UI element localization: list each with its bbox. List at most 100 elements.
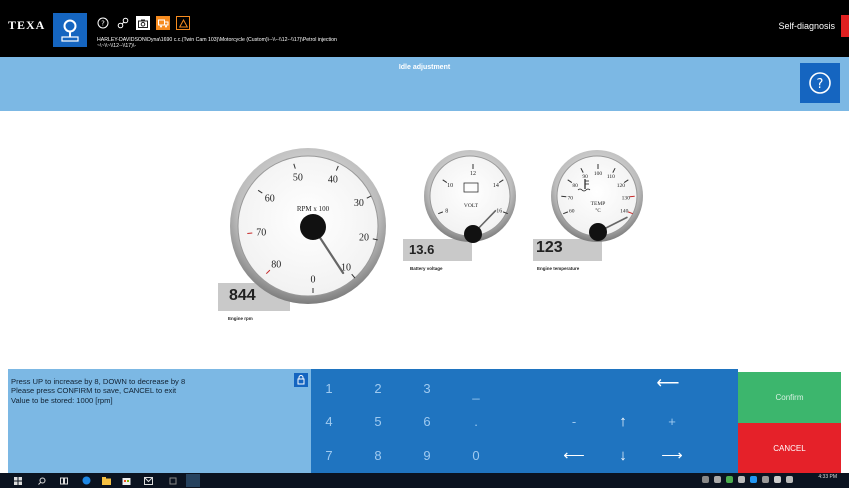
store-icon[interactable]: [121, 475, 132, 486]
key-minus[interactable]: -: [554, 407, 594, 435]
instruction-line-3: Value to be stored: 1000 [rpm]: [11, 395, 113, 405]
temp-tick-label: 110: [607, 174, 615, 180]
key-9[interactable]: 9: [407, 441, 447, 469]
rpm-label: Engine rpm: [228, 316, 253, 321]
key-5[interactable]: 5: [358, 407, 398, 435]
temp-tick-mark: [629, 195, 635, 198]
section-title: Self-diagnosis: [778, 21, 835, 31]
temp-label: Engine temperature: [537, 266, 580, 271]
windows-start-icon[interactable]: [12, 475, 23, 486]
voltage-label: Battery voltage: [410, 266, 443, 271]
rpm-value: 844: [229, 287, 256, 304]
rpm-tick-label: 40: [328, 175, 338, 186]
rpm-tick-label: 80: [271, 259, 281, 270]
key-2[interactable]: 2: [358, 374, 398, 402]
tray-icon-2[interactable]: [714, 476, 721, 483]
camera-icon[interactable]: [136, 16, 150, 30]
gauges-svg: 01020304050607080 RPM x 100 810121416 VO…: [218, 148, 643, 311]
tray-icon-6[interactable]: [762, 476, 769, 483]
taskbar-search-icon[interactable]: [36, 475, 47, 486]
title-band: Idle adjustment ?: [0, 57, 849, 111]
key-right[interactable]: ⟶: [652, 441, 692, 469]
rpm-unit-label: RPM x 100: [297, 205, 330, 213]
temp-tick-label: 80: [572, 183, 578, 189]
key-4[interactable]: 4: [309, 407, 349, 435]
key-8[interactable]: 8: [358, 441, 398, 469]
link-icon[interactable]: [116, 16, 130, 30]
help-button[interactable]: ?: [800, 63, 840, 103]
key-6[interactable]: 6: [407, 407, 447, 435]
texa-taskbar-icon[interactable]: [186, 474, 200, 487]
instruction-line-1: Press UP to increase by 8, DOWN to decre…: [11, 377, 186, 386]
close-tab[interactable]: [841, 15, 849, 37]
rpm-tick-label: 60: [265, 194, 275, 205]
keypad: 1 2 3 _ ⟵ 4 5 6 . - ↑ + 7 8 9 0 ⟵ ↓ ⟶: [311, 369, 738, 473]
taskbar-clock[interactable]: 4:33 PM: [818, 474, 837, 480]
temp-unit-sub: °C: [595, 209, 601, 214]
task-view-icon[interactable]: [58, 475, 69, 486]
mail-icon[interactable]: [143, 475, 154, 486]
temp-tick-label: 60: [569, 209, 575, 215]
key-0[interactable]: 0: [456, 441, 496, 469]
key-up[interactable]: ↑: [603, 407, 643, 435]
system-tray: [702, 476, 793, 483]
help-icon[interactable]: ?: [96, 16, 110, 30]
voltage-tick-label: 8: [445, 209, 448, 215]
temp-tick-label: 100: [594, 171, 603, 177]
temp-tick-label: 130: [622, 195, 631, 201]
tray-icon-4[interactable]: [738, 476, 745, 483]
warning-icon[interactable]: [176, 16, 190, 30]
key-dot[interactable]: .: [456, 407, 496, 435]
rpm-tick-mark: [247, 232, 253, 234]
temp-tick-label: 140: [620, 209, 629, 215]
temp-value: 123: [536, 239, 563, 256]
vehicle-path: HARLEY-DAVIDSON\Dyna\1690 c.c.(Twin Cam …: [97, 37, 397, 49]
rpm-tick-label: 0: [311, 275, 316, 286]
temp-tick-label: 70: [567, 195, 573, 201]
tray-icon-1[interactable]: [702, 476, 709, 483]
key-left[interactable]: ⟵: [554, 441, 594, 469]
voltage-tick-label: 14: [493, 183, 499, 189]
edge-icon[interactable]: [81, 475, 92, 486]
vehicle-path-line2: ~\~\\~\\12--\\17)\-: [97, 43, 137, 49]
volume-icon[interactable]: [786, 476, 793, 483]
network-icon[interactable]: [774, 476, 781, 483]
voltage-hub: [464, 225, 482, 243]
key-underscore[interactable]: _: [456, 378, 496, 406]
instructions: Press UP to increase by 8, DOWN to decre…: [11, 377, 185, 405]
info-panel: Press UP to increase by 8, DOWN to decre…: [8, 369, 311, 473]
key-plus[interactable]: +: [652, 407, 692, 435]
voltage-unit-label: VOLT: [464, 203, 479, 209]
app-icon[interactable]: [167, 475, 178, 486]
temp-tick-label: 120: [617, 183, 626, 189]
key-3[interactable]: 3: [407, 374, 447, 402]
rpm-hub: [300, 214, 326, 240]
lock-button[interactable]: [294, 373, 308, 387]
tray-icon-5[interactable]: [750, 476, 757, 483]
voltage-value: 13.6: [409, 242, 435, 257]
voltage-tick-label: 10: [447, 183, 453, 189]
file-explorer-icon[interactable]: [101, 475, 112, 486]
cancel-button[interactable]: CANCEL: [738, 423, 841, 473]
voltage-tick-label: 16: [496, 209, 502, 215]
tray-icon-3[interactable]: [726, 476, 733, 483]
key-1[interactable]: 1: [309, 374, 349, 402]
vehicle-search-button[interactable]: [53, 13, 87, 47]
svg-text:?: ?: [817, 77, 824, 92]
confirm-button[interactable]: Confirm: [738, 372, 841, 423]
question-icon: ?: [809, 72, 831, 94]
key-down[interactable]: ↓: [603, 441, 643, 469]
temp-hub: [589, 223, 607, 241]
key-7[interactable]: 7: [309, 441, 349, 469]
rpm-tick-label: 70: [256, 228, 266, 239]
rpm-tick-label: 30: [354, 198, 364, 209]
search-icon: [61, 19, 79, 42]
gauge-area: 0 10 20 30 40 50 60 70 80 RPM x 100 8 10 12 14 16 VO…: [0, 111, 849, 369]
voltage-tick-label: 12: [470, 171, 476, 177]
app-window: TEXA ? HARLEY-DAVIDSON\Dyna\1690 c.c.(Tw…: [0, 0, 849, 488]
taskbar: 4:33 PM: [0, 473, 849, 488]
rpm-tick-label: 50: [293, 173, 303, 184]
temp-tick-mark: [561, 195, 567, 198]
truck-icon[interactable]: [156, 16, 170, 30]
key-backspace[interactable]: ⟵: [648, 369, 688, 397]
